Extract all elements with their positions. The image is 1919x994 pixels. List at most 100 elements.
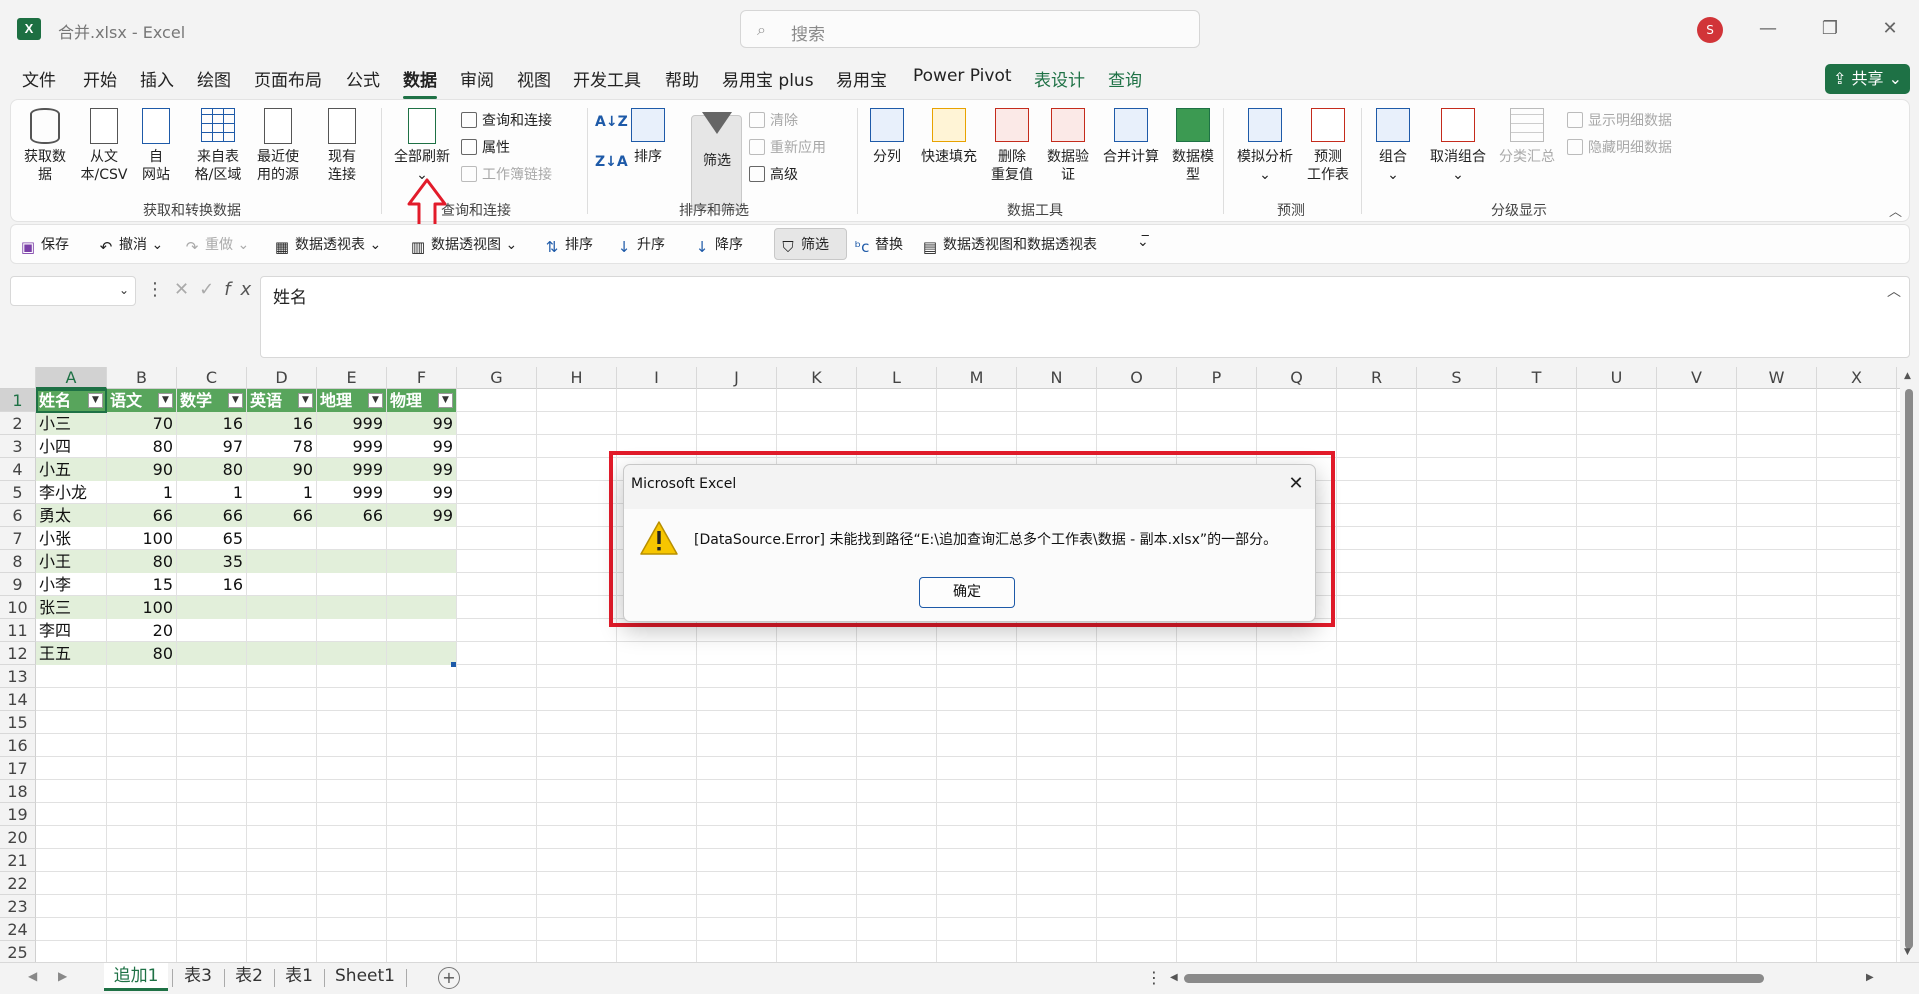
column-header[interactable]: Q xyxy=(1257,367,1337,389)
sheet-tab-table1[interactable]: 表1 xyxy=(278,963,320,991)
workbook-links-button[interactable]: 工作簿链接 xyxy=(461,164,552,184)
table-cell[interactable]: 100 xyxy=(107,527,176,550)
table-cell[interactable]: 99 xyxy=(387,458,456,481)
table-cell[interactable]: 999 xyxy=(317,481,386,504)
tab-page-layout[interactable]: 页面布局 xyxy=(254,66,322,91)
add-sheet-icon[interactable]: + xyxy=(438,967,460,989)
table-cell[interactable]: 王五 xyxy=(36,642,106,665)
table-cell[interactable] xyxy=(247,619,316,642)
table-header-cell[interactable]: 姓名 ▼ xyxy=(36,389,106,412)
tab-view[interactable]: 视图 xyxy=(517,66,551,91)
table-header-cell[interactable]: 数学 ▼ xyxy=(177,389,246,412)
advanced-button[interactable]: 高级 xyxy=(749,164,798,184)
table-cell[interactable] xyxy=(317,619,386,642)
vertical-scroll-thumb[interactable] xyxy=(1905,389,1913,949)
column-header[interactable]: C xyxy=(177,367,247,389)
next-sheet-icon[interactable]: ▶ xyxy=(58,969,67,983)
table-cell[interactable]: 66 xyxy=(177,504,246,527)
row-header[interactable]: 23 xyxy=(0,895,36,918)
table-cell[interactable]: 66 xyxy=(107,504,176,527)
row-header[interactable]: 20 xyxy=(0,826,36,849)
table-cell[interactable] xyxy=(247,527,316,550)
select-all-corner[interactable] xyxy=(0,367,36,389)
table-cell[interactable] xyxy=(247,573,316,596)
sheet-tab-append1[interactable]: 追加1 xyxy=(104,963,168,991)
table-cell[interactable]: 90 xyxy=(247,458,316,481)
search-input[interactable]: ⌕ 搜索 xyxy=(740,10,1200,48)
refresh-all-button[interactable]: 全部刷新 ⌄ xyxy=(389,108,455,184)
from-table-button[interactable]: 来自表 格/区域 xyxy=(191,108,245,184)
sort-ascending-icon[interactable]: A↓Z xyxy=(595,114,628,130)
name-box[interactable]: ⌄ xyxy=(10,276,136,306)
table-cell[interactable]: 99 xyxy=(387,504,456,527)
column-header[interactable]: N xyxy=(1017,367,1097,389)
table-cell[interactable]: 97 xyxy=(177,435,246,458)
table-cell[interactable]: 小五 xyxy=(36,458,106,481)
row-header[interactable]: 15 xyxy=(0,711,36,734)
row-header[interactable]: 24 xyxy=(0,918,36,941)
restore-icon[interactable]: ❐ xyxy=(1810,14,1850,44)
column-header[interactable]: A xyxy=(36,367,107,389)
queries-connections-button[interactable]: 查询和连接 xyxy=(461,110,552,130)
table-cell[interactable]: 66 xyxy=(317,504,386,527)
scroll-up-icon[interactable]: ▲ xyxy=(1904,371,1911,381)
row-header[interactable]: 19 xyxy=(0,803,36,826)
table-cell[interactable] xyxy=(317,573,386,596)
cancel-entry-icon[interactable]: ✕ xyxy=(174,279,199,300)
row-header[interactable]: 2 xyxy=(0,412,36,435)
flash-fill-button[interactable]: 快速填充 xyxy=(917,108,981,166)
horizontal-scrollbar[interactable]: ◀ ▶ xyxy=(1170,972,1880,986)
qat-pivot-chart-table-button[interactable]: ▤ 数据透视图和数据透视表 xyxy=(921,234,1097,255)
tab-review[interactable]: 审阅 xyxy=(460,66,494,91)
row-header[interactable]: 6 xyxy=(0,504,36,527)
table-cell[interactable]: 100 xyxy=(107,596,176,619)
qat-descending-button[interactable]: ↓ 降序 xyxy=(693,234,743,255)
close-icon[interactable]: ✕ xyxy=(1281,471,1311,497)
tab-developer[interactable]: 开发工具 xyxy=(573,66,641,91)
table-cell[interactable]: 张三 xyxy=(36,596,106,619)
forecast-sheet-button[interactable]: 预测 工作表 xyxy=(1303,108,1353,184)
more-options-icon[interactable]: ⋮ xyxy=(146,279,174,300)
filter-dropdown-icon[interactable]: ▼ xyxy=(298,393,313,408)
row-header[interactable]: 8 xyxy=(0,550,36,573)
confirm-entry-icon[interactable]: ✓ xyxy=(199,279,224,300)
table-cell[interactable]: 小李 xyxy=(36,573,106,596)
column-header[interactable]: M xyxy=(937,367,1017,389)
row-header[interactable]: 25 xyxy=(0,941,36,964)
column-header[interactable]: X xyxy=(1817,367,1897,389)
row-header[interactable]: 5 xyxy=(0,481,36,504)
table-cell[interactable]: 16 xyxy=(247,412,316,435)
collapse-ribbon-icon[interactable]: ︿ xyxy=(1889,201,1902,220)
group-button[interactable]: 组合 ⌄ xyxy=(1373,108,1413,184)
sheet-tab-table2[interactable]: 表2 xyxy=(228,963,270,991)
column-header[interactable]: B xyxy=(107,367,177,389)
qat-redo-button[interactable]: ↷ 重做 ⌄ xyxy=(183,234,249,255)
prev-sheet-icon[interactable]: ◀ xyxy=(28,969,37,983)
qat-sort-button[interactable]: ⇅ 排序 xyxy=(543,234,593,255)
table-cell[interactable] xyxy=(247,642,316,665)
table-cell[interactable]: 1 xyxy=(177,481,246,504)
sort-button[interactable]: 排序 xyxy=(629,108,667,166)
table-cell[interactable] xyxy=(387,573,456,596)
subtotal-button[interactable]: 分类汇总 xyxy=(1495,108,1559,166)
table-cell[interactable] xyxy=(317,527,386,550)
table-cell[interactable]: 78 xyxy=(247,435,316,458)
row-header[interactable]: 21 xyxy=(0,849,36,872)
table-cell[interactable] xyxy=(317,642,386,665)
table-cell[interactable]: 80 xyxy=(177,458,246,481)
close-window-icon[interactable]: ✕ xyxy=(1870,14,1910,44)
column-header[interactable]: G xyxy=(457,367,537,389)
table-cell[interactable] xyxy=(247,596,316,619)
row-header[interactable]: 14 xyxy=(0,688,36,711)
remove-duplicates-button[interactable]: 删除 重复值 xyxy=(987,108,1037,184)
from-text-csv-button[interactable]: 从文 本/CSV xyxy=(77,108,131,184)
tab-home[interactable]: 开始 xyxy=(83,66,117,91)
table-header-cell[interactable]: 物理 ▼ xyxy=(387,389,456,412)
table-cell[interactable]: 99 xyxy=(387,481,456,504)
row-header[interactable]: 9 xyxy=(0,573,36,596)
table-cell[interactable]: 66 xyxy=(247,504,316,527)
reapply-button[interactable]: 重新应用 xyxy=(749,137,826,157)
filter-dropdown-icon[interactable]: ▼ xyxy=(88,393,103,408)
table-cell[interactable]: 999 xyxy=(317,412,386,435)
filter-button[interactable]: 筛选 xyxy=(693,108,741,170)
